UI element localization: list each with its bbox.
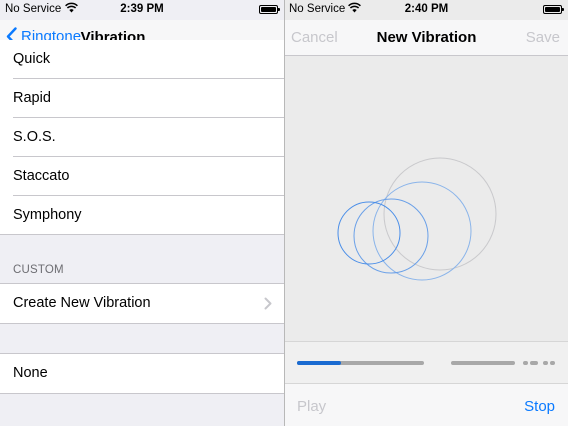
list-item-quick[interactable]: Quick: [0, 40, 284, 79]
stop-button[interactable]: Stop: [524, 398, 555, 415]
status-time: 2:39 PM: [120, 3, 164, 15]
playback-toolbar: Play Stop: [285, 383, 568, 426]
timeline-dot: [530, 361, 538, 365]
touch-ripple: [383, 157, 497, 271]
list-item-label: Symphony: [13, 207, 82, 223]
create-new-vibration-label: Create New Vibration: [13, 295, 151, 311]
list-item-rapid[interactable]: Rapid: [0, 79, 284, 118]
timeline-dot: [523, 361, 528, 365]
new-vibration-screen: No Service 2:40 PM Cancel New Vibration …: [285, 0, 568, 426]
save-button[interactable]: Save: [526, 29, 560, 46]
timeline-track-segment: [451, 361, 515, 365]
ringtone-vibration-screen: No Service 2:39 PM Ringtone Vibration Qu…: [0, 0, 284, 426]
list-item-label: Rapid: [13, 90, 51, 106]
chevron-right-icon: [264, 297, 272, 310]
status-time: 2:40 PM: [404, 3, 449, 15]
timeline-dot: [543, 361, 548, 365]
play-button[interactable]: Play: [297, 398, 326, 415]
touch-ripples: [337, 157, 497, 281]
touch-ripple: [337, 201, 401, 265]
vibration-list: Quick Rapid S.O.S. Staccato Symphony: [0, 40, 284, 235]
list-item-label: Quick: [13, 51, 51, 67]
navigation-bar: Cancel New Vibration Save: [285, 20, 568, 56]
list-item-label: Staccato: [13, 168, 70, 184]
list-item-label: S.O.S.: [13, 129, 56, 145]
playback-progress: [297, 361, 341, 365]
section-divider: [0, 393, 284, 394]
timeline-dot: [550, 361, 555, 365]
create-new-vibration-item[interactable]: Create New Vibration: [0, 284, 284, 323]
list-item-sos[interactable]: S.O.S.: [0, 118, 284, 157]
section-divider: [0, 323, 284, 324]
battery-icon: [259, 5, 280, 14]
custom-section-header: CUSTOM: [13, 264, 64, 276]
list-item-staccato[interactable]: Staccato: [0, 157, 284, 196]
vibration-timeline[interactable]: [285, 341, 568, 384]
status-bar: No Service 2:39 PM: [0, 0, 284, 20]
list-item-none[interactable]: None: [0, 354, 284, 393]
status-bar: No Service 2:40 PM: [285, 0, 568, 20]
battery-icon: [543, 5, 564, 14]
touch-ripple: [353, 198, 429, 274]
touch-ripple: [372, 181, 472, 281]
list-item-label: None: [13, 365, 48, 381]
list-item-symphony[interactable]: Symphony: [0, 196, 284, 235]
section-divider: [0, 234, 284, 235]
vibration-touch-area[interactable]: [285, 56, 568, 341]
